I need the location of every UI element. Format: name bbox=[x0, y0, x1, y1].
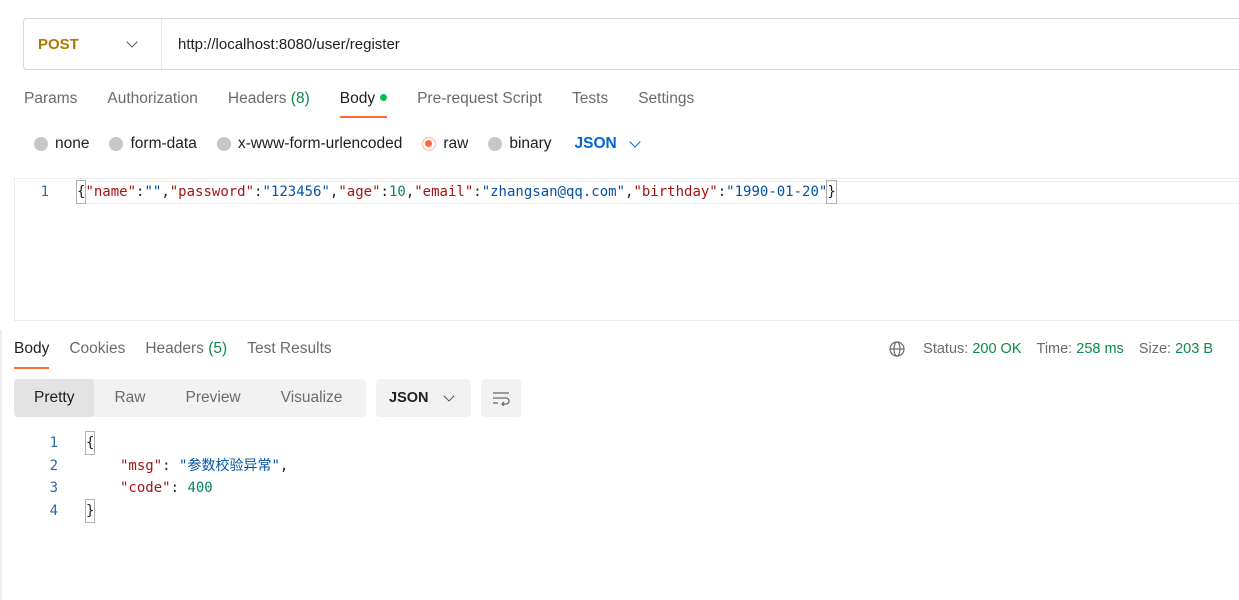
body-type-options: none form-data x-www-form-urlencoded raw… bbox=[34, 134, 641, 154]
tab-settings[interactable]: Settings bbox=[638, 88, 694, 118]
method-select[interactable]: POST bbox=[24, 19, 162, 69]
headers-count: (8) bbox=[290, 90, 310, 107]
radio-circle-icon bbox=[488, 137, 503, 151]
line-number: 1 bbox=[40, 184, 49, 200]
response-headers-count: (5) bbox=[208, 340, 228, 357]
chevron-down-icon bbox=[126, 36, 138, 48]
tab-params[interactable]: Params bbox=[24, 88, 77, 118]
tab-tests[interactable]: Tests bbox=[572, 88, 608, 118]
wrap-lines-button[interactable] bbox=[481, 379, 521, 417]
tab-test-results[interactable]: Test Results bbox=[247, 338, 331, 369]
radio-checked-icon bbox=[422, 137, 437, 151]
code-line: 2 "msg": "参数校验异常", bbox=[14, 455, 289, 477]
code-line: 4} bbox=[14, 499, 96, 523]
code-line: 1{ bbox=[14, 431, 96, 455]
status-code[interactable]: Status: 200 OK bbox=[923, 341, 1021, 357]
code-line: 1{"name": "", "password": "123456", "age":10… bbox=[15, 180, 837, 204]
modified-dot-icon bbox=[380, 94, 388, 101]
view-visualize[interactable]: Visualize bbox=[261, 379, 363, 417]
tab-pre-request-script[interactable]: Pre-request Script bbox=[417, 88, 542, 118]
radio-form-data[interactable]: form-data bbox=[109, 135, 197, 153]
url-bar: POST bbox=[23, 18, 1239, 70]
response-status: Status: 200 OK Time: 258 ms Size: 203 B bbox=[889, 338, 1213, 360]
radio-circle-icon bbox=[34, 137, 48, 151]
panel-divider bbox=[0, 330, 2, 600]
request-body-editor[interactable]: 1{"name": "", "password": "123456", "age":10… bbox=[14, 178, 1239, 321]
tab-body[interactable]: Body bbox=[339, 88, 388, 118]
line-number: 3 bbox=[49, 480, 58, 496]
response-time[interactable]: Time: 258 ms bbox=[1037, 341, 1124, 357]
tab-cookies[interactable]: Cookies bbox=[69, 338, 125, 369]
tab-response-body[interactable]: Body bbox=[14, 338, 50, 369]
view-preview[interactable]: Preview bbox=[166, 379, 261, 417]
radio-binary[interactable]: binary bbox=[488, 135, 552, 153]
chevron-down-icon bbox=[629, 136, 641, 148]
radio-raw[interactable]: raw bbox=[422, 135, 468, 153]
url-input[interactable] bbox=[162, 19, 1239, 69]
view-pretty[interactable]: Pretty bbox=[14, 379, 95, 417]
method-label: POST bbox=[38, 35, 79, 53]
line-number: 4 bbox=[49, 503, 58, 519]
globe-icon[interactable] bbox=[889, 341, 905, 357]
radio-circle-icon bbox=[216, 137, 231, 151]
radio-x-www-form-urlencoded[interactable]: x-www-form-urlencoded bbox=[216, 135, 402, 153]
radio-none[interactable]: none bbox=[34, 135, 89, 153]
tab-response-headers[interactable]: Headers (5) bbox=[145, 338, 227, 369]
tab-authorization[interactable]: Authorization bbox=[107, 88, 197, 118]
tab-headers[interactable]: Headers (8) bbox=[228, 88, 310, 118]
request-tabs: Params Authorization Headers (8) Body Pr… bbox=[24, 88, 724, 118]
view-raw[interactable]: Raw bbox=[94, 379, 165, 417]
body-format-select[interactable]: JSON bbox=[575, 135, 641, 153]
response-size[interactable]: Size: 203 B bbox=[1139, 341, 1213, 357]
wrap-lines-icon bbox=[493, 392, 510, 406]
line-number: 1 bbox=[49, 435, 58, 451]
code-line: 3 "code": 400 bbox=[14, 477, 213, 499]
response-view-switch: Pretty Raw Preview Visualize bbox=[14, 379, 366, 417]
chevron-down-icon bbox=[442, 390, 455, 402]
line-number: 2 bbox=[49, 458, 58, 474]
response-tabs: Body Cookies Headers (5) Test Results bbox=[14, 338, 352, 369]
response-format-select[interactable]: JSON bbox=[376, 379, 471, 417]
radio-circle-icon bbox=[109, 137, 124, 151]
